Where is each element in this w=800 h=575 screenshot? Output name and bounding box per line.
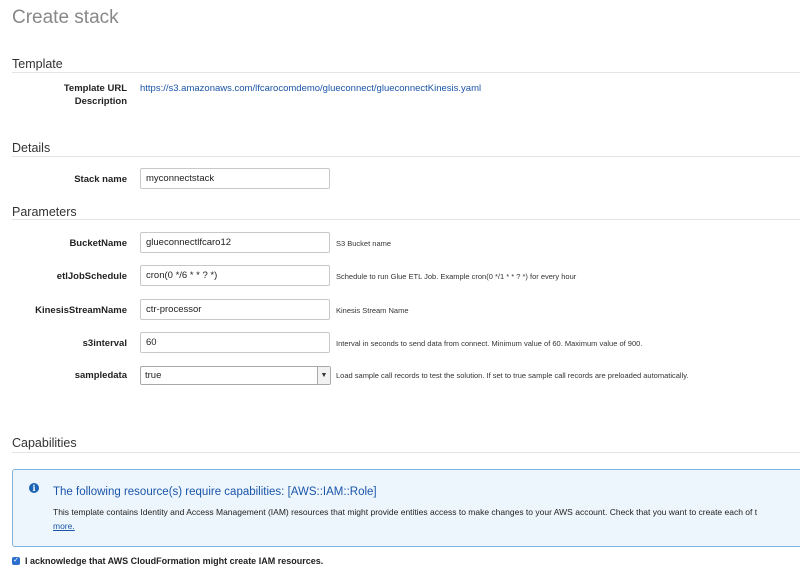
section-title-details: Details xyxy=(12,141,51,155)
param-help-sampledata: Load sample call records to test the sol… xyxy=(336,371,689,380)
info-circle-icon: i xyxy=(29,483,39,493)
check-icon: ✓ xyxy=(13,557,19,564)
section-divider xyxy=(12,452,800,453)
acknowledge-label: I acknowledge that AWS CloudFormation mi… xyxy=(25,556,324,566)
param-label-bucketname: BucketName xyxy=(69,238,127,249)
acknowledge-row[interactable]: ✓ I acknowledge that AWS CloudFormation … xyxy=(12,556,323,566)
capabilities-alert: i The following resource(s) require capa… xyxy=(12,469,800,547)
alert-body: This template contains Identity and Acce… xyxy=(53,507,758,517)
section-title-capabilities: Capabilities xyxy=(12,436,77,450)
s3interval-input[interactable] xyxy=(140,332,330,353)
section-title-template: Template xyxy=(12,57,63,71)
page-title: Create stack xyxy=(12,7,119,28)
section-title-parameters: Parameters xyxy=(12,205,77,219)
kinesisstreamname-input[interactable] xyxy=(140,299,330,320)
bucketname-input[interactable] xyxy=(140,232,330,253)
section-divider xyxy=(12,72,800,73)
param-help-bucketname: S3 Bucket name xyxy=(336,239,392,248)
param-label-s3interval: s3interval xyxy=(82,338,127,349)
stack-name-input[interactable] xyxy=(140,168,330,189)
stack-name-label: Stack name xyxy=(74,174,127,185)
param-label-etljobschedule: etlJobSchedule xyxy=(56,271,127,282)
etljobschedule-input[interactable] xyxy=(140,265,330,286)
param-help-s3interval: Interval in seconds to send data from co… xyxy=(336,339,643,348)
template-url-label: Template URL xyxy=(63,83,127,94)
param-help-etljobschedule: Schedule to run Glue ETL Job. Example cr… xyxy=(336,272,577,281)
learn-more-link[interactable]: more. xyxy=(53,521,75,531)
acknowledge-checkbox[interactable]: ✓ xyxy=(12,557,20,565)
section-divider xyxy=(12,156,800,157)
caret-down-icon: ▼ xyxy=(317,367,330,384)
param-label-sampledata: sampledata xyxy=(74,370,127,381)
description-label: Description xyxy=(74,96,127,107)
sampledata-select[interactable]: true ▼ xyxy=(140,366,331,385)
section-divider xyxy=(12,219,800,220)
sampledata-selected-value: true xyxy=(145,370,162,381)
alert-title: The following resource(s) require capabi… xyxy=(53,486,377,498)
template-url-link[interactable]: https://s3.amazonaws.com/lfcarocomdemo/g… xyxy=(140,83,481,94)
param-label-kinesisstreamname: KinesisStreamName xyxy=(35,305,127,316)
param-help-kinesisstreamname: Kinesis Stream Name xyxy=(336,306,409,315)
